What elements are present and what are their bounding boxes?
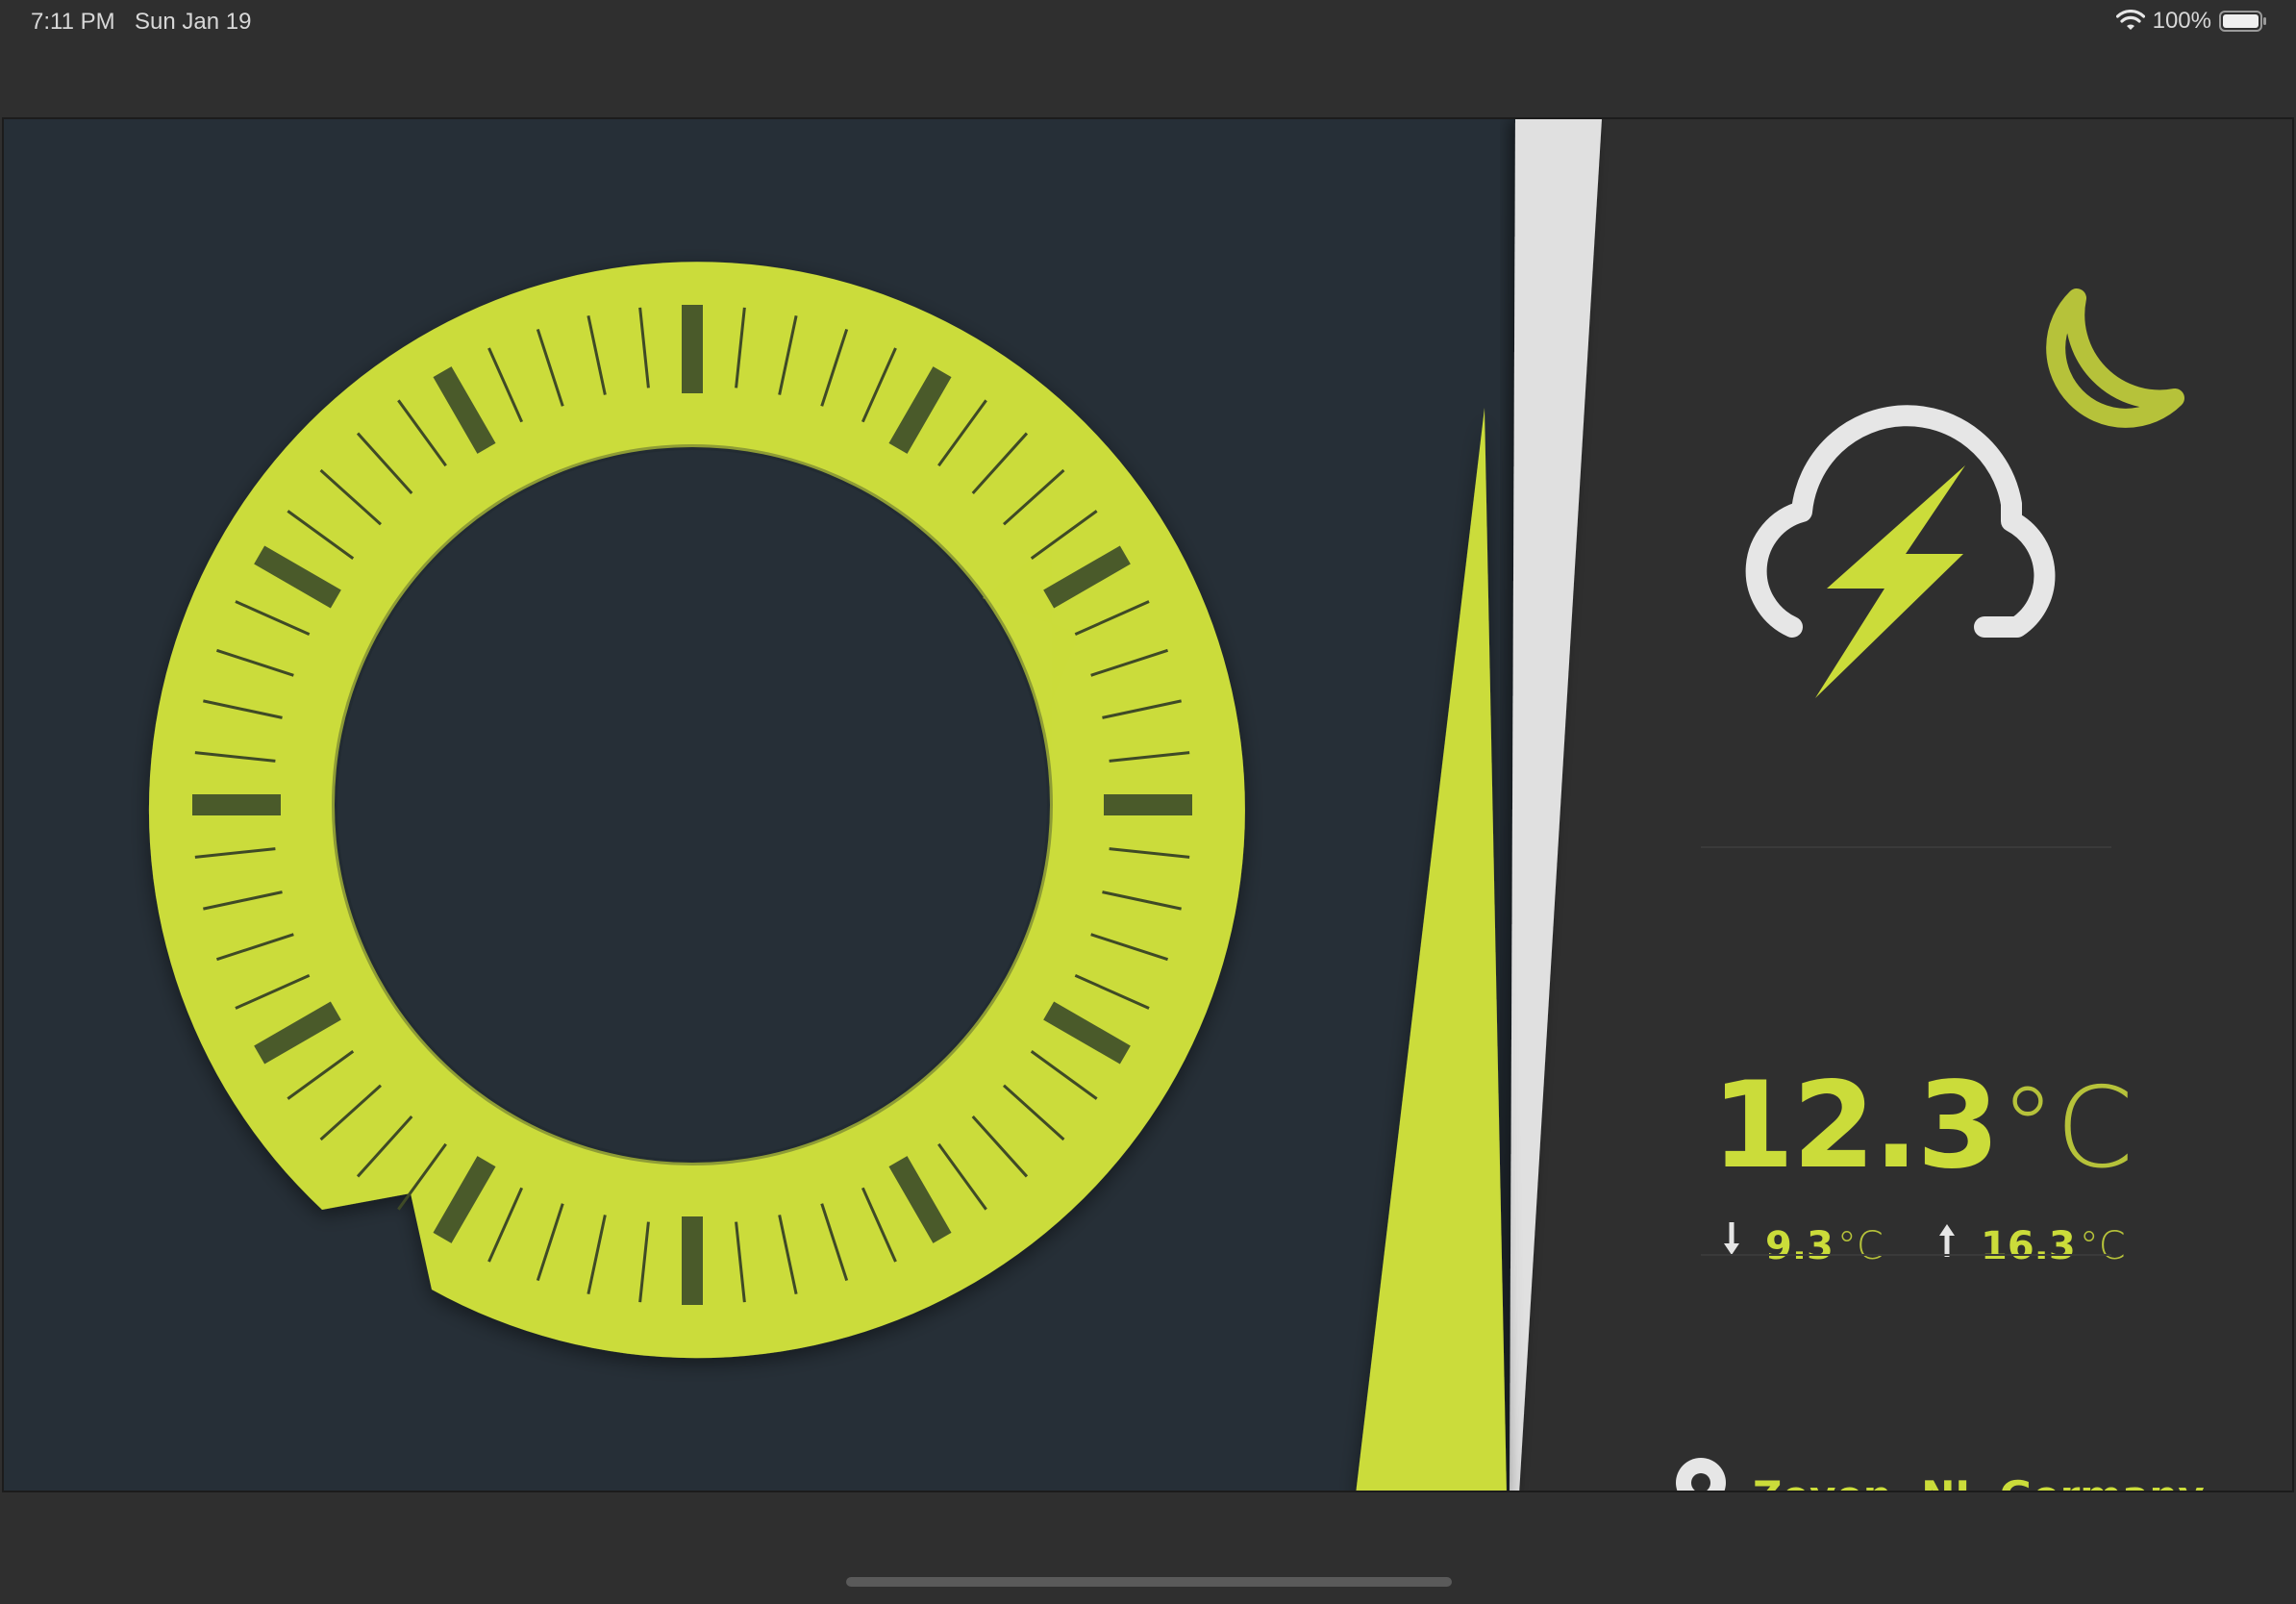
status-date: Sun Jan 19	[135, 9, 252, 35]
arrow-up-icon	[1939, 1224, 1955, 1257]
min-temperature: 9.3 °C	[1721, 1220, 1884, 1268]
divider-bottom	[1701, 1254, 2111, 1256]
battery-percent: 100%	[2152, 8, 2211, 34]
dial-center	[335, 447, 1050, 1163]
app-window: 12.3 °C 9.3 °C 16.3 °C Zeven, NI, German…	[2, 117, 2294, 1492]
lightning-bolt-icon	[1815, 465, 1965, 698]
max-temperature: 16.3 °C	[1936, 1220, 2126, 1268]
divider-top	[1701, 846, 2111, 848]
thunderstorm-night-icon	[1745, 288, 2184, 698]
location-name: Zeven, NI, Germany	[1753, 1472, 2205, 1491]
battery-icon	[2219, 11, 2266, 32]
max-temperature-unit: °C	[2079, 1224, 2126, 1268]
status-indicators: 100%	[2115, 8, 2267, 35]
location-pin-icon	[1676, 1458, 1726, 1491]
accent-wedge	[1356, 408, 1507, 1491]
moon-icon	[2046, 288, 2184, 428]
temperature-value: 12.3	[1711, 1057, 2000, 1195]
temperature-unit: °C	[1999, 1064, 2134, 1193]
arrow-down-icon	[1724, 1222, 1739, 1255]
min-temperature-unit: °C	[1836, 1224, 1884, 1268]
location[interactable]: Zeven, NI, Germany	[1672, 1456, 2205, 1491]
wifi-icon	[2115, 10, 2145, 30]
status-bar: 7:11 PM Sun Jan 19 100%	[0, 0, 2296, 48]
current-temperature: 12.3 °C	[1711, 1057, 2134, 1195]
status-time: 7:11 PM	[31, 9, 115, 35]
min-temperature-value: 9.3	[1765, 1224, 1834, 1268]
max-temperature-value: 16.3	[1981, 1224, 2076, 1268]
home-indicator[interactable]	[846, 1577, 1452, 1587]
